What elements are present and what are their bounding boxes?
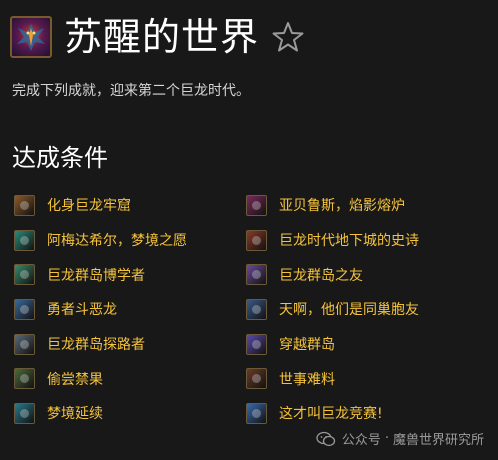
criteria-item[interactable]: 这才叫巨龙竞赛! [246, 396, 419, 431]
dream-sprout-icon [14, 402, 35, 424]
criteria-item[interactable]: 穿越群岛 [246, 327, 419, 362]
watermark-prefix: 公众号 [341, 433, 381, 448]
criteria-label[interactable]: 穿越群岛 [279, 334, 335, 354]
criteria-label[interactable]: 梦境延续 [47, 403, 103, 423]
criteria-item[interactable]: 巨龙群岛之友 [246, 257, 419, 292]
watermark-separator: · [384, 431, 389, 446]
criteria-item[interactable]: 阿梅达希尔，梦境之愿 [14, 223, 187, 258]
achievement-title: 苏醒的世界 [64, 15, 260, 59]
criteria-label[interactable]: 化身巨龙牢窟 [47, 195, 131, 215]
nest-icon [246, 298, 267, 320]
race-icon [246, 402, 267, 424]
criteria-label[interactable]: 偷尝禁果 [47, 369, 103, 389]
pathfinder-icon [14, 333, 35, 355]
dragon-icon [10, 16, 52, 58]
criteria-list-left: 化身巨龙牢窟阿梅达希尔，梦境之愿 巨龙群岛博学者 勇者斗恶龙巨龙群岛探路者 偷尝禁果梦… [14, 188, 187, 431]
criteria-label[interactable]: 亚贝鲁斯，焰影熔炉 [279, 195, 405, 215]
criteria-item[interactable]: 勇者斗恶龙 [14, 292, 187, 327]
criteria-item[interactable]: 巨龙群岛博学者 [14, 257, 187, 292]
criteria-item[interactable]: 梦境延续 [14, 396, 187, 431]
world-icon [246, 368, 267, 390]
criteria-label[interactable]: 这才叫巨龙竞赛! [279, 403, 383, 423]
criteria-item[interactable]: 巨龙群岛探路者 [14, 327, 187, 362]
criteria-item[interactable]: 巨龙时代地下城的史诗 [246, 223, 419, 258]
wechat-icon [316, 431, 335, 446]
raid-icon [14, 194, 35, 216]
friend-icon [246, 264, 267, 286]
criteria-item[interactable]: 世事难料 [246, 361, 419, 396]
criteria-label[interactable]: 勇者斗恶龙 [47, 299, 117, 319]
star-outline-icon[interactable] [271, 20, 305, 54]
criteria-heading: 达成条件 [12, 144, 108, 172]
criteria-label[interactable]: 巨龙群岛探路者 [47, 334, 145, 354]
criteria-item[interactable]: 亚贝鲁斯，焰影熔炉 [246, 188, 419, 223]
fruit-icon [14, 368, 35, 390]
watermark-name: 魔兽世界研究所 [392, 433, 484, 448]
criteria-label[interactable]: 阿梅达希尔，梦境之愿 [47, 230, 187, 250]
criteria-label[interactable]: 巨龙时代地下城的史诗 [279, 230, 419, 250]
criteria-label[interactable]: 巨龙群岛博学者 [47, 265, 145, 285]
criteria-label[interactable]: 巨龙群岛之友 [279, 265, 363, 285]
dream-icon [14, 229, 35, 251]
criteria-item[interactable]: 天啊，他们是同巢胞友 [246, 292, 419, 327]
criteria-label[interactable]: 世事难料 [279, 369, 335, 389]
achievement-description: 完成下列成就，迎来第二个巨龙时代。 [12, 83, 250, 99]
warrior-icon [14, 298, 35, 320]
dungeon-icon [246, 229, 267, 251]
criteria-item[interactable]: 偷尝禁果 [14, 361, 187, 396]
watermark: 公众号 · 魔兽世界研究所 [316, 429, 484, 448]
lore-icon [14, 264, 35, 286]
travel-icon [246, 333, 267, 355]
criteria-label[interactable]: 天啊，他们是同巢胞友 [279, 299, 419, 319]
criteria-list-right: 亚贝鲁斯，焰影熔炉 巨龙时代地下城的史诗 巨龙群岛之友天啊，他们是同巢胞友 穿越群岛世… [246, 188, 419, 431]
forge-icon [246, 194, 267, 216]
achievement-header: 苏醒的世界 [10, 6, 305, 68]
criteria-item[interactable]: 化身巨龙牢窟 [14, 188, 187, 223]
